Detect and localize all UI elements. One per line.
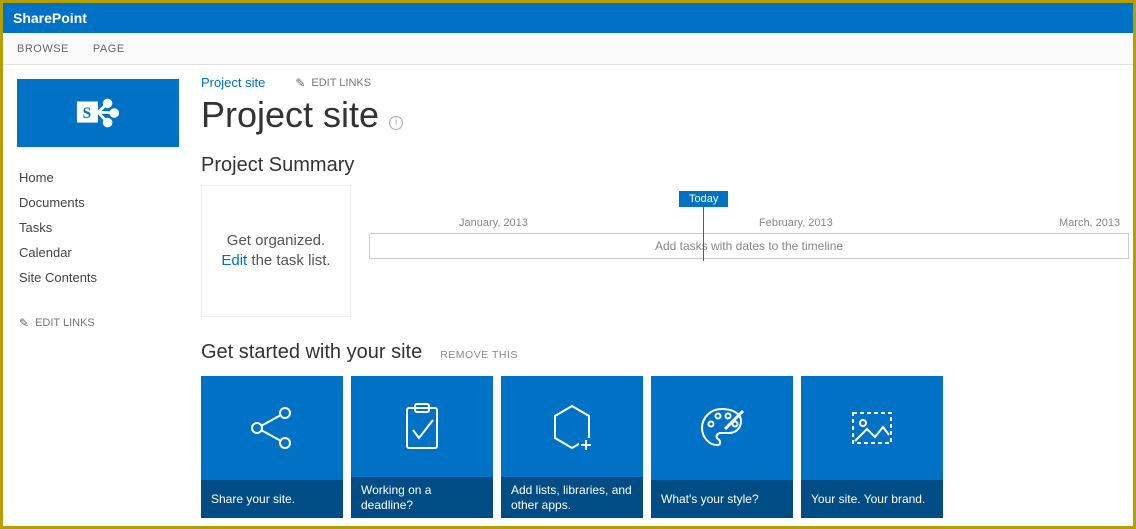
nav-calendar[interactable]: Calendar [17,240,179,265]
tile-brand[interactable]: Your site. Your brand. [801,376,943,518]
suite-bar: SharePoint [3,3,1133,33]
organize-box: Get organized. Edit the task list. [201,185,351,317]
nav-home[interactable]: Home [17,165,179,190]
tile-share-site[interactable]: Share your site. [201,376,343,518]
today-marker: Today [679,191,728,261]
page-title: Project site [201,94,379,136]
month-mar: March, 2013 [1059,217,1120,229]
timeline[interactable]: Today January, 2013 February, 2013 March… [369,185,1129,317]
tile-style[interactable]: What's your style? [651,376,793,518]
project-summary: Get organized. Edit the task list. Today… [201,185,1129,317]
topnav-site-link[interactable]: Project site [201,75,265,90]
palette-icon [651,376,793,480]
ribbon-tabs: BROWSE PAGE [3,33,1133,65]
timeline-bar[interactable]: Add tasks with dates to the timeline [369,233,1129,259]
svg-text:S: S [83,105,92,122]
hexagon-add-icon [501,376,643,477]
image-placeholder-icon [801,376,943,480]
get-started-heading: Get started with your site [201,341,422,364]
sharepoint-logo-icon: S [75,90,121,136]
organize-suffix: the task list. [247,252,330,269]
tile-add-apps[interactable]: Add lists, libraries, and other apps. [501,376,643,518]
get-started-tiles: Share your site. Working on a deadline? [201,376,1129,518]
nav-documents[interactable]: Documents [17,190,179,215]
tab-page[interactable]: PAGE [93,43,125,55]
tile-caption: Share your site. [201,480,343,518]
share-icon [201,376,343,480]
organize-prefix: Get organized. [227,232,325,249]
organize-edit-link[interactable]: Edit [221,252,247,269]
nav-site-contents[interactable]: Site Contents [17,265,179,290]
topnav-edit-links-label: EDIT LINKS [311,77,371,89]
product-name: SharePoint [13,10,87,26]
topnav-edit-links[interactable]: ✎ EDIT LINKS [295,76,371,90]
nav-edit-links-label: EDIT LINKS [35,317,95,329]
clipboard-check-icon [351,376,493,477]
timeline-months: January, 2013 February, 2013 March, 2013 [369,185,1129,229]
month-feb: February, 2013 [759,217,1059,229]
remove-this-link[interactable]: REMOVE THIS [440,349,518,361]
tile-caption: Add lists, libraries, and other apps. [501,477,643,518]
tile-deadline[interactable]: Working on a deadline? [351,376,493,518]
project-summary-heading: Project Summary [201,154,1129,177]
site-logo[interactable]: S [17,79,179,147]
quick-launch-nav: Home Documents Tasks Calendar Site Conte… [3,165,193,334]
info-icon[interactable]: i [389,116,403,130]
today-label: Today [679,191,728,207]
top-nav: Project site ✎ EDIT LINKS [201,75,1129,90]
nav-edit-links[interactable]: ✎ EDIT LINKS [17,312,179,334]
pencil-icon: ✎ [19,316,29,330]
tile-caption: Your site. Your brand. [801,480,943,518]
pencil-icon: ✎ [295,76,305,90]
tab-browse[interactable]: BROWSE [17,43,69,55]
nav-tasks[interactable]: Tasks [17,215,179,240]
tile-caption: What's your style? [651,480,793,518]
tile-caption: Working on a deadline? [351,477,493,518]
